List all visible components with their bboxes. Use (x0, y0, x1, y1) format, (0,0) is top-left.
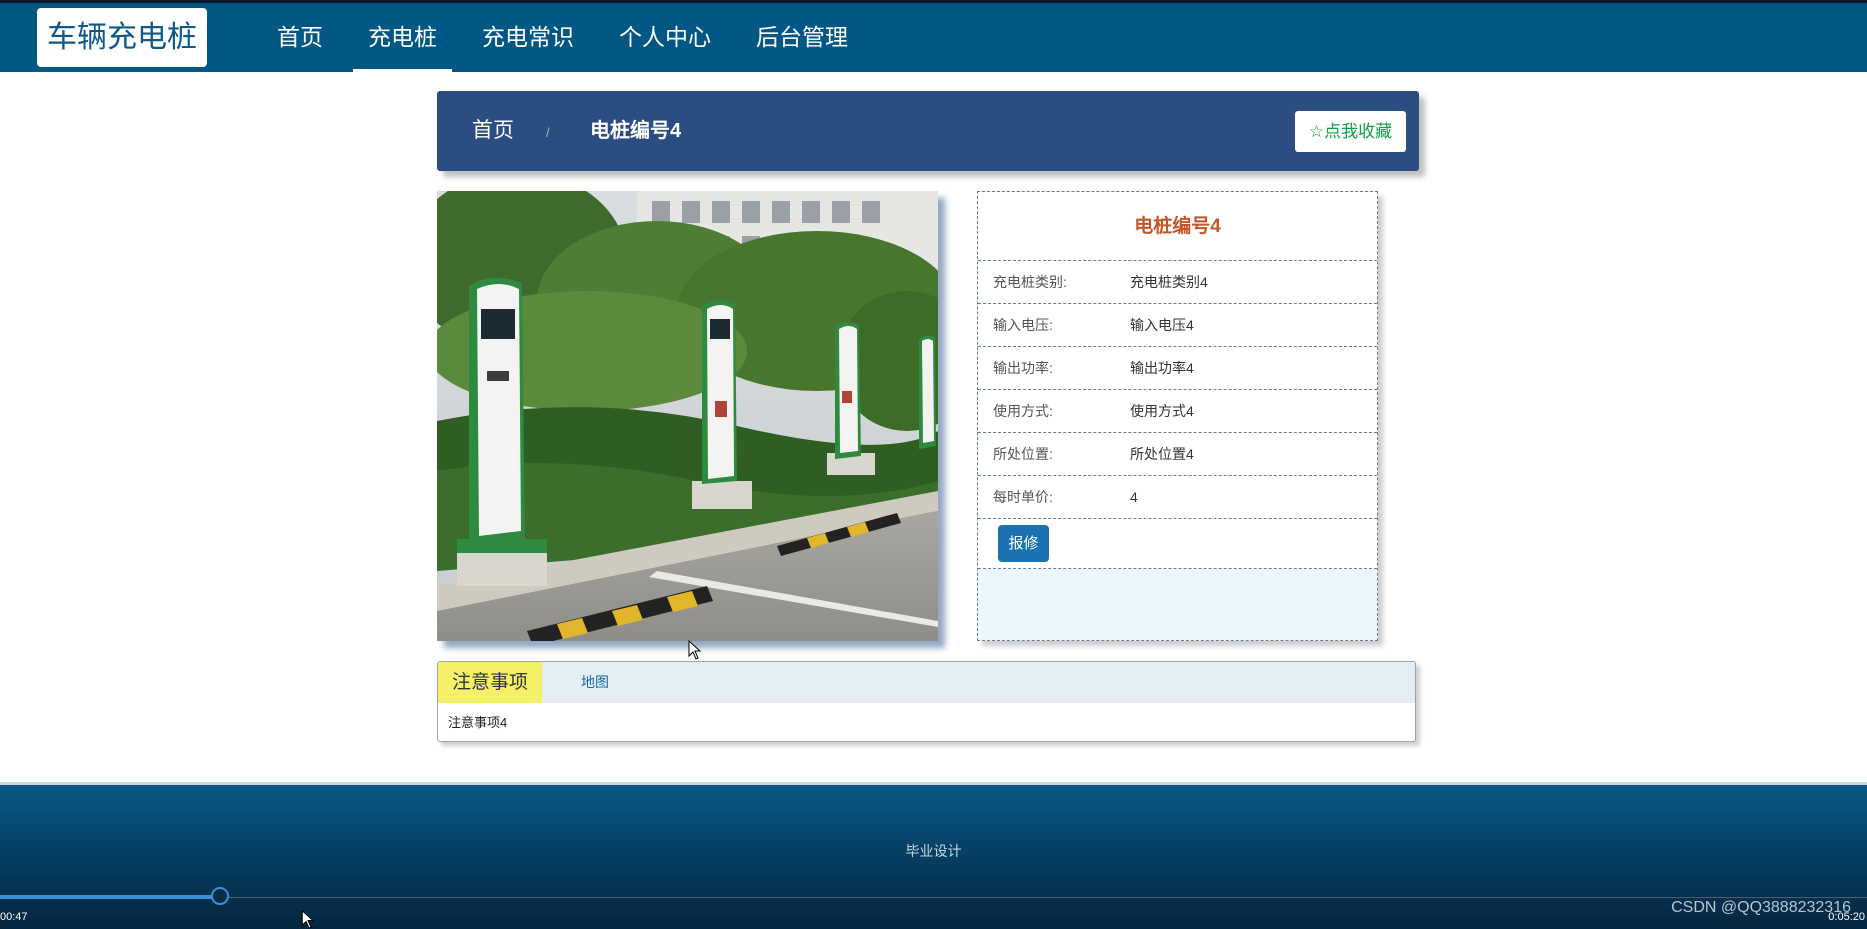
detail-value: 所处位置4 (1130, 446, 1194, 462)
main-nav: 首页 充电桩 充电常识 个人中心 后台管理 (262, 3, 878, 72)
video-progress-handle[interactable] (211, 887, 229, 905)
tab-map[interactable]: 地图 (581, 662, 609, 703)
breadcrumb-current: 电桩编号4 (590, 120, 682, 142)
detail-row-usage-mode: 使用方式: 使用方式4 (978, 389, 1377, 432)
detail-tabs: 注意事项 地图 注意事项4 (437, 661, 1416, 742)
watermark: CSDN @QQ3888232316 (1671, 899, 1851, 916)
detail-actions: 报修 (978, 518, 1377, 569)
detail-value: 输入电压4 (1130, 317, 1194, 333)
nav-home[interactable]: 首页 (262, 3, 338, 72)
video-current-time: 00:47 (0, 911, 28, 923)
nav-personal-center[interactable]: 个人中心 (604, 3, 726, 72)
brand-logo[interactable]: 车辆充电桩 (37, 8, 207, 67)
detail-value: 使用方式4 (1130, 403, 1194, 419)
detail-value: 4 (1130, 489, 1138, 505)
breadcrumb: 首页 / 电桩编号4 ☆点我收藏 (437, 91, 1419, 171)
detail-row-category: 充电桩类别: 充电桩类别4 (978, 260, 1377, 303)
tab-content: 注意事项4 (448, 715, 508, 730)
tab-notice[interactable]: 注意事项 (438, 662, 542, 703)
favorite-button[interactable]: ☆点我收藏 (1295, 111, 1406, 152)
nav-charging-piles[interactable]: 充电桩 (353, 3, 452, 72)
detail-value: 充电桩类别4 (1130, 274, 1208, 290)
detail-label: 输出功率: (993, 360, 1053, 376)
footer-text: 毕业设计 (905, 843, 962, 859)
nav-charging-knowledge[interactable]: 充电常识 (467, 3, 589, 72)
detail-label: 每时单价: (993, 489, 1053, 505)
detail-value: 输出功率4 (1130, 360, 1194, 376)
detail-label: 充电桩类别: (993, 274, 1067, 290)
charging-pile-details: 电桩编号4 充电桩类别: 充电桩类别4 输入电压: 输入电压4 输出功率: 输出… (977, 191, 1378, 641)
video-progress-track[interactable] (0, 897, 1867, 898)
detail-title: 电桩编号4 (978, 192, 1377, 260)
detail-label: 所处位置: (993, 446, 1053, 462)
detail-label: 输入电压: (993, 317, 1053, 333)
detail-row-input-voltage: 输入电压: 输入电压4 (978, 303, 1377, 346)
mouse-cursor-icon (688, 640, 702, 660)
footer: 毕业设计 (0, 785, 1867, 929)
breadcrumb-home-link[interactable]: 首页 (472, 91, 514, 171)
breadcrumb-separator: / (546, 125, 550, 140)
repair-button[interactable]: 报修 (998, 525, 1049, 562)
top-navbar: 车辆充电桩 首页 充电桩 充电常识 个人中心 后台管理 (0, 0, 1867, 72)
charging-pile-image (437, 191, 938, 641)
detail-label: 使用方式: (993, 403, 1053, 419)
mouse-cursor-icon (301, 910, 314, 929)
detail-row-location: 所处位置: 所处位置4 (978, 432, 1377, 475)
tab-header: 注意事项 地图 (438, 662, 1415, 703)
detail-row-output-power: 输出功率: 输出功率4 (978, 346, 1377, 389)
video-progress-fill (0, 895, 222, 899)
detail-row-hourly-price: 每时单价: 4 (978, 475, 1377, 518)
nav-admin[interactable]: 后台管理 (741, 3, 863, 72)
